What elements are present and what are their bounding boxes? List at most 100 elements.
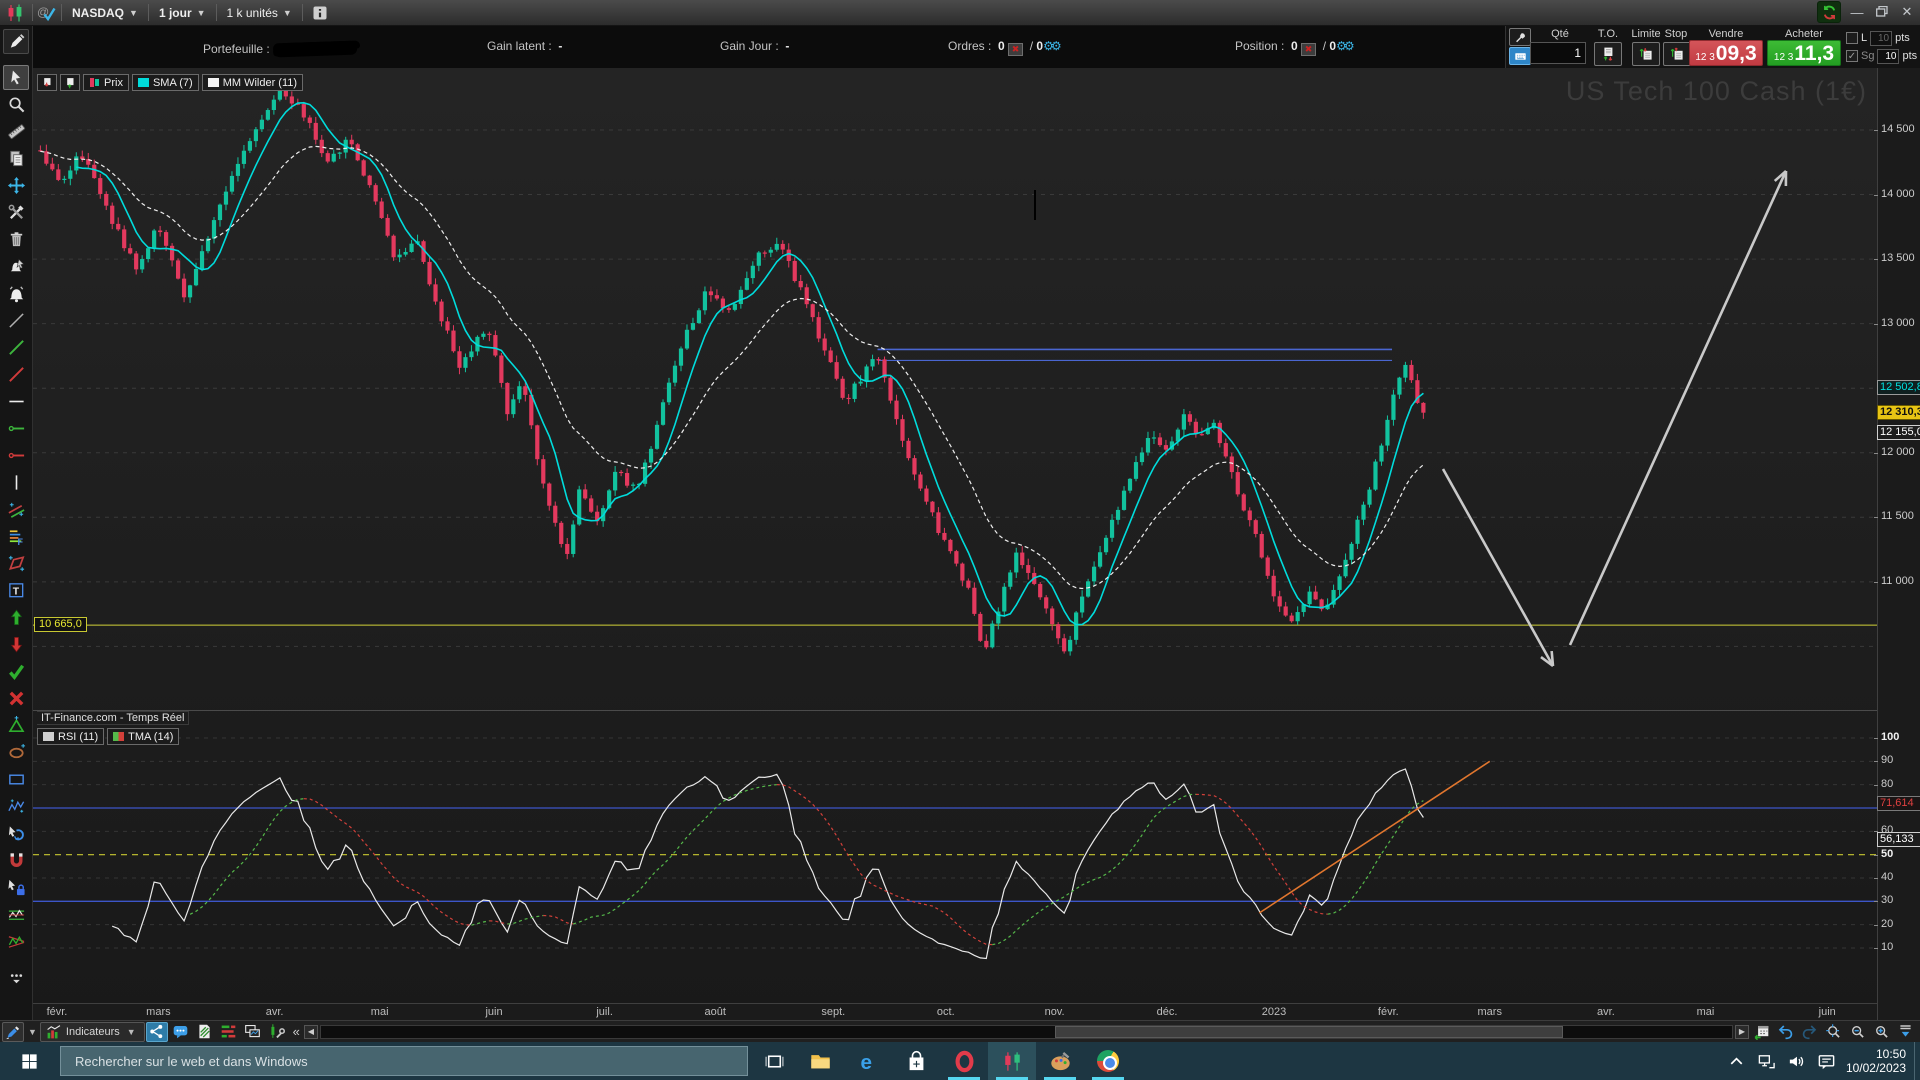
text-tool-icon[interactable]: T <box>3 578 29 603</box>
sell-button[interactable]: 12 309,3 <box>1689 40 1763 66</box>
orderbook-button[interactable] <box>218 1022 240 1042</box>
position-settings-icon[interactable]: ⚙⚙ <box>1336 39 1352 53</box>
start-button[interactable] <box>0 1042 58 1080</box>
panel-divider[interactable] <box>33 710 1877 711</box>
chart-settings-button[interactable] <box>266 1022 288 1042</box>
restore-button[interactable] <box>1873 5 1891 20</box>
hsegment-green-icon[interactable] <box>3 416 29 441</box>
share-button[interactable] <box>146 1022 168 1042</box>
wrench-icon[interactable] <box>1509 28 1531 46</box>
chart-hscrollbar[interactable] <box>320 1025 1733 1039</box>
sell-shortcut-icon[interactable] <box>37 74 57 91</box>
fibonacci-tool-icon[interactable]: F <box>3 524 29 549</box>
info-icon[interactable] <box>310 3 330 23</box>
buy-shortcut-icon[interactable] <box>60 74 80 91</box>
scroll-right-button[interactable]: ▶ <box>1735 1025 1749 1039</box>
price-axis[interactable]: 14 50014 00013 50013 00012 00011 50011 0… <box>1877 68 1920 1020</box>
zoom-tool-icon[interactable] <box>3 92 29 117</box>
limit-order-icon[interactable] <box>1632 42 1660 66</box>
taskbar-paint-app-icon[interactable] <box>1036 1042 1084 1080</box>
scroll-left-button[interactable]: ◀ <box>304 1025 318 1039</box>
connection-check-icon[interactable]: @ <box>37 3 57 23</box>
draw-pencil-icon[interactable] <box>3 29 29 54</box>
move-tool-icon[interactable] <box>3 173 29 198</box>
to-order-icon[interactable] <box>1594 42 1622 66</box>
horizontal-line-icon[interactable] <box>3 389 29 414</box>
orders-settings-icon[interactable]: ⚙⚙ <box>1043 39 1059 53</box>
stop-order-icon[interactable] <box>1663 42 1691 66</box>
undo-cursor-icon[interactable] <box>3 821 29 846</box>
vertical-line-icon[interactable] <box>3 470 29 495</box>
pattern-a-icon[interactable] <box>3 902 29 927</box>
taskbar-trading-app-icon[interactable] <box>988 1042 1036 1080</box>
channel-tool-icon[interactable] <box>3 497 29 522</box>
taskbar-edge-browser-icon[interactable]: e <box>844 1042 892 1080</box>
zoom-out-button[interactable] <box>1846 1022 1868 1042</box>
symbol-selector[interactable]: NASDAQ▼ <box>63 0 147 25</box>
pattern-b-icon[interactable] <box>3 929 29 954</box>
quantity-input[interactable] <box>1530 42 1586 64</box>
alert-bell-icon[interactable] <box>3 281 29 306</box>
copy-tool-icon[interactable] <box>3 146 29 171</box>
arrow-down-mark-icon[interactable] <box>3 632 29 657</box>
goto-date-button[interactable] <box>1750 1022 1772 1042</box>
legend-sma[interactable]: SMA (7) <box>132 74 199 91</box>
minimize-button[interactable]: — <box>1848 5 1866 20</box>
close-button[interactable]: ✕ <box>1898 4 1916 20</box>
undo-button[interactable] <box>1774 1022 1796 1042</box>
stop-checkbox[interactable]: ✓ <box>1846 50 1858 62</box>
taskbar-opera-browser-icon[interactable] <box>940 1042 988 1080</box>
triangle-shape-icon[interactable] <box>3 713 29 738</box>
lock-cursor-icon[interactable] <box>3 875 29 900</box>
trendline-red-icon[interactable] <box>3 362 29 387</box>
close-position-icon[interactable]: ✖ <box>1301 43 1316 56</box>
select-cursor-icon[interactable] <box>3 65 29 90</box>
polygon-tool-icon[interactable] <box>3 551 29 576</box>
comments-button[interactable] <box>170 1022 192 1042</box>
indicators-button[interactable]: Indicateurs ▼ <box>40 1022 145 1042</box>
buy-button[interactable]: 12 311,3 <box>1767 40 1841 66</box>
arrow-up-mark-icon[interactable] <box>3 605 29 630</box>
network-icon[interactable] <box>1752 1052 1782 1071</box>
collapse-toolbar-button[interactable]: « <box>289 1024 304 1039</box>
period-selector[interactable]: 1 jour▼ <box>150 0 215 25</box>
check-mark-icon[interactable] <box>3 659 29 684</box>
more-tools-icon[interactable] <box>3 965 29 990</box>
cross-mark-icon[interactable] <box>3 686 29 711</box>
limit-pts-input[interactable] <box>1870 31 1892 46</box>
draw-mode-button[interactable] <box>2 1022 24 1042</box>
volume-icon[interactable] <box>1782 1052 1812 1071</box>
taskbar-file-explorer-icon[interactable] <box>796 1042 844 1080</box>
settings-tools-icon[interactable] <box>3 200 29 225</box>
report-button[interactable] <box>194 1022 216 1042</box>
legend-prix[interactable]: Prix <box>83 74 129 91</box>
show-desktop-button[interactable] <box>1914 1042 1920 1080</box>
trendline-gray-icon[interactable] <box>3 308 29 333</box>
stop-pts-input[interactable] <box>1877 49 1899 64</box>
keyboard-icon[interactable] <box>1509 47 1531 65</box>
magnet-tool-icon[interactable] <box>3 848 29 873</box>
support-price-label[interactable]: 10 665,0 <box>34 617 87 632</box>
hscrollbar-thumb[interactable] <box>1055 1026 1563 1038</box>
legend-rsi[interactable]: RSI (11) <box>37 728 104 745</box>
ruler-tool-icon[interactable] <box>3 119 29 144</box>
refresh-icon[interactable] <box>1817 1 1841 23</box>
elliott-waves-icon[interactable] <box>3 794 29 819</box>
price-chart-svg[interactable] <box>33 68 1877 713</box>
hsegment-red-icon[interactable] <box>3 443 29 468</box>
notifications-icon[interactable] <box>1812 1052 1842 1071</box>
zoom-in-button[interactable] <box>1870 1022 1892 1042</box>
taskbar-search-input[interactable]: Rechercher sur le web et dans Windows <box>60 1046 748 1076</box>
taskbar-clock[interactable]: 10:5010/02/2023 <box>1842 1047 1914 1075</box>
zoom-fit-button[interactable] <box>1822 1022 1844 1042</box>
hide-toolbar-button[interactable] <box>1894 1022 1916 1042</box>
ellipse-shape-icon[interactable] <box>3 740 29 765</box>
taskbar-windows-store-icon[interactable] <box>892 1042 940 1080</box>
trendline-green-icon[interactable] <box>3 335 29 360</box>
chevron-down-icon[interactable]: ▼ <box>25 1027 40 1037</box>
redo-button[interactable] <box>1798 1022 1820 1042</box>
alert-add-icon[interactable] <box>3 254 29 279</box>
task-view-button[interactable] <box>752 1042 796 1080</box>
tray-chevron-up-icon[interactable] <box>1722 1052 1752 1071</box>
trash-tool-icon[interactable] <box>3 227 29 252</box>
